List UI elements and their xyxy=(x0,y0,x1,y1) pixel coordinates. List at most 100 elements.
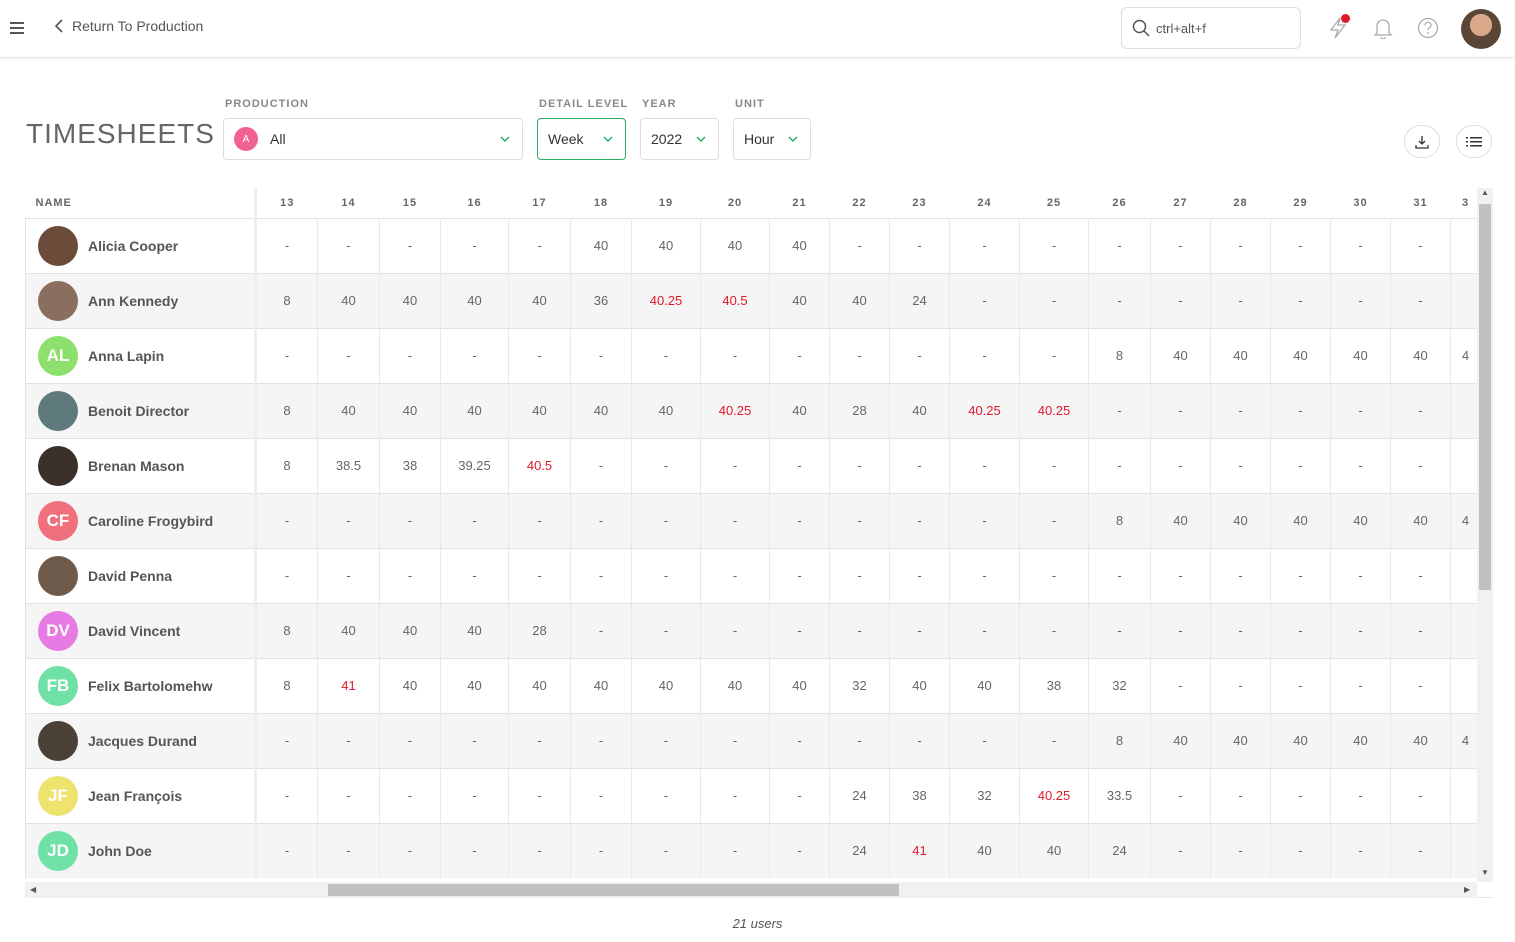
hours-cell[interactable] xyxy=(1450,217,1481,273)
hours-cell[interactable]: - xyxy=(1390,602,1451,658)
name-cell[interactable]: David Penna xyxy=(25,547,257,603)
hours-cell[interactable]: - xyxy=(700,822,770,878)
week-column-header[interactable]: 28 xyxy=(1211,188,1271,218)
scroll-down-arrow-icon[interactable]: ▼ xyxy=(1481,868,1489,877)
hours-cell[interactable]: - xyxy=(829,437,890,493)
hours-cell[interactable]: - xyxy=(1088,382,1151,438)
hours-cell[interactable]: - xyxy=(829,217,890,273)
hours-cell[interactable]: 8 xyxy=(255,382,318,438)
hours-cell[interactable]: 24 xyxy=(829,822,890,878)
hours-cell[interactable]: - xyxy=(949,272,1020,328)
week-column-header[interactable]: 25 xyxy=(1020,188,1089,218)
hours-cell[interactable]: - xyxy=(1210,437,1271,493)
hours-cell[interactable]: - xyxy=(700,602,770,658)
hours-cell[interactable]: - xyxy=(1390,767,1451,823)
hours-cell[interactable]: - xyxy=(1019,547,1089,603)
hours-cell[interactable]: - xyxy=(1330,822,1391,878)
help-button[interactable] xyxy=(1414,14,1442,42)
hours-cell[interactable]: - xyxy=(1390,382,1451,438)
hours-cell[interactable]: 40 xyxy=(1150,327,1211,383)
hours-cell[interactable]: - xyxy=(1088,437,1151,493)
hours-cell[interactable]: - xyxy=(255,767,318,823)
hours-cell[interactable]: - xyxy=(700,767,770,823)
hours-cell[interactable]: - xyxy=(317,712,380,768)
hours-cell[interactable]: 40 xyxy=(1270,327,1331,383)
hours-cell[interactable]: - xyxy=(1270,602,1331,658)
hours-cell[interactable]: - xyxy=(949,712,1020,768)
hours-cell[interactable]: - xyxy=(700,327,770,383)
hours-cell[interactable]: - xyxy=(889,327,950,383)
hours-cell[interactable]: - xyxy=(1330,272,1391,328)
hours-cell[interactable]: - xyxy=(440,767,509,823)
detail-level-select[interactable]: Week xyxy=(537,118,626,160)
hours-cell[interactable]: 40.5 xyxy=(508,437,571,493)
hours-cell[interactable]: 38 xyxy=(889,767,950,823)
hours-cell[interactable]: 8 xyxy=(255,602,318,658)
hours-cell[interactable]: - xyxy=(1390,272,1451,328)
hours-cell[interactable]: 39.25 xyxy=(440,437,509,493)
hours-cell[interactable]: - xyxy=(1019,712,1089,768)
hours-cell[interactable]: 40 xyxy=(379,602,441,658)
hours-cell[interactable]: - xyxy=(829,712,890,768)
hours-cell[interactable]: - xyxy=(949,437,1020,493)
year-select[interactable]: 2022 xyxy=(640,118,719,160)
hours-cell[interactable]: - xyxy=(1210,602,1271,658)
hours-cell[interactable]: - xyxy=(1150,382,1211,438)
hours-cell[interactable]: 40 xyxy=(889,382,950,438)
hours-cell[interactable]: 4 xyxy=(1450,492,1481,548)
hours-cell[interactable]: 38.5 xyxy=(317,437,380,493)
hours-cell[interactable]: - xyxy=(949,492,1020,548)
week-column-header[interactable]: 30 xyxy=(1331,188,1391,218)
hours-cell[interactable]: - xyxy=(1088,272,1151,328)
name-cell[interactable]: Ann Kennedy xyxy=(25,272,257,328)
hours-cell[interactable]: - xyxy=(631,437,701,493)
hours-cell[interactable]: - xyxy=(1019,437,1089,493)
hours-cell[interactable]: 40.25 xyxy=(949,382,1020,438)
list-view-button[interactable] xyxy=(1456,125,1492,158)
scroll-right-arrow-icon[interactable]: ▶ xyxy=(1464,885,1470,894)
hours-cell[interactable]: 40 xyxy=(317,382,380,438)
hours-cell[interactable]: - xyxy=(1330,437,1391,493)
hours-cell[interactable]: - xyxy=(255,822,318,878)
hours-cell[interactable]: - xyxy=(1019,217,1089,273)
hours-cell[interactable] xyxy=(1450,602,1481,658)
unit-select[interactable]: Hour xyxy=(733,118,811,160)
hours-cell[interactable]: - xyxy=(440,822,509,878)
hours-cell[interactable]: - xyxy=(1088,217,1151,273)
hours-cell[interactable]: 40 xyxy=(1210,712,1271,768)
hours-cell[interactable]: 40 xyxy=(440,272,509,328)
hours-cell[interactable]: - xyxy=(317,492,380,548)
name-cell[interactable]: Benoit Director xyxy=(25,382,257,438)
hours-cell[interactable]: - xyxy=(1390,437,1451,493)
hours-cell[interactable]: - xyxy=(1390,822,1451,878)
return-to-production-link[interactable]: Return To Production xyxy=(54,18,203,34)
hours-cell[interactable]: - xyxy=(508,767,571,823)
hours-cell[interactable]: - xyxy=(440,492,509,548)
hours-cell[interactable]: 32 xyxy=(829,657,890,713)
user-avatar[interactable] xyxy=(1461,9,1501,49)
hours-cell[interactable]: 40 xyxy=(1019,822,1089,878)
hours-cell[interactable]: - xyxy=(769,437,830,493)
hours-cell[interactable]: 40 xyxy=(317,602,380,658)
horizontal-scroll-thumb[interactable] xyxy=(328,884,899,896)
hours-cell[interactable]: 24 xyxy=(829,767,890,823)
hours-cell[interactable]: - xyxy=(769,327,830,383)
hours-cell[interactable]: - xyxy=(949,602,1020,658)
hours-cell[interactable]: - xyxy=(1210,657,1271,713)
hours-cell[interactable]: - xyxy=(1330,217,1391,273)
hours-cell[interactable]: 41 xyxy=(889,822,950,878)
hours-cell[interactable]: - xyxy=(317,217,380,273)
hours-cell[interactable]: 40 xyxy=(570,657,632,713)
hours-cell[interactable]: - xyxy=(949,217,1020,273)
hours-cell[interactable]: 40.25 xyxy=(1019,767,1089,823)
hours-cell[interactable]: 38 xyxy=(379,437,441,493)
hours-cell[interactable]: - xyxy=(1270,822,1331,878)
hours-cell[interactable]: - xyxy=(769,767,830,823)
hours-cell[interactable]: 28 xyxy=(508,602,571,658)
hours-cell[interactable]: - xyxy=(440,217,509,273)
hours-cell[interactable]: - xyxy=(631,492,701,548)
hours-cell[interactable]: - xyxy=(889,492,950,548)
hours-cell[interactable]: - xyxy=(379,217,441,273)
hours-cell[interactable]: 40 xyxy=(769,272,830,328)
hours-cell[interactable]: 8 xyxy=(255,437,318,493)
